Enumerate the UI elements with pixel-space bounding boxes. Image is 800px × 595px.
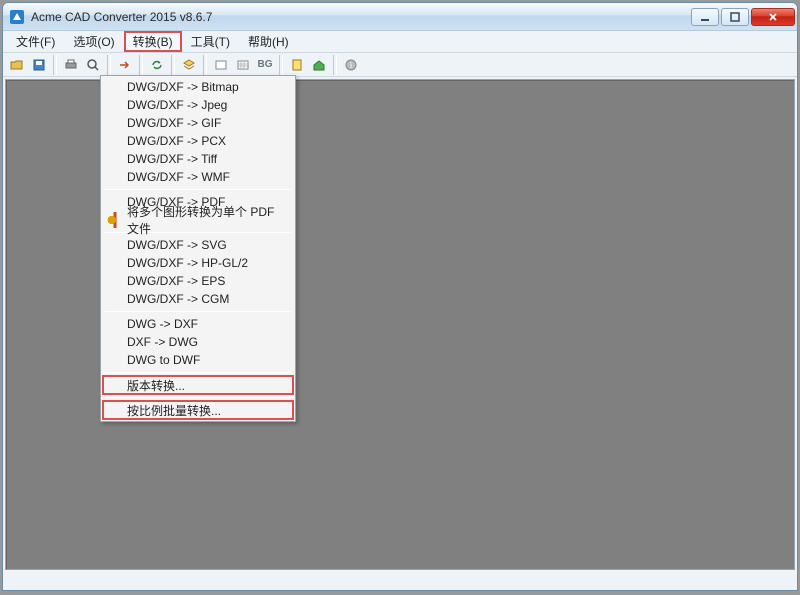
window-controls — [691, 8, 795, 26]
tool-open[interactable] — [7, 55, 27, 75]
menu-item-label: 将多个图形转换为单个 PDF 文件 — [127, 203, 287, 237]
menu-dwg-svg[interactable]: DWG/DXF -> SVG — [103, 236, 293, 254]
toolbar-separator — [333, 55, 337, 75]
menu-dwg-bitmap[interactable]: DWG/DXF -> Bitmap — [103, 78, 293, 96]
menu-tools[interactable]: 工具(T) — [182, 31, 239, 52]
menu-item-label: DWG to DWF — [127, 353, 200, 367]
menu-item-label: 版本转换... — [127, 377, 185, 394]
menu-item-label: DXF -> DWG — [127, 335, 198, 349]
toolbar-separator — [107, 55, 111, 75]
menu-dwg-gif[interactable]: DWG/DXF -> GIF — [103, 114, 293, 132]
menu-help[interactable]: 帮助(H) — [239, 31, 298, 52]
menu-dwg-jpeg[interactable]: DWG/DXF -> Jpeg — [103, 96, 293, 114]
menu-item-label: DWG/DXF -> Tiff — [127, 152, 217, 166]
menu-item-label: DWG/DXF -> SVG — [127, 238, 227, 252]
svg-text:i: i — [350, 61, 352, 70]
close-button[interactable] — [751, 8, 795, 26]
menu-dwg-tiff[interactable]: DWG/DXF -> Tiff — [103, 150, 293, 168]
menu-item-label: DWG/DXF -> GIF — [127, 116, 221, 130]
toolbar-separator — [171, 55, 175, 75]
titlebar[interactable]: Acme CAD Converter 2015 v8.6.7 — [3, 3, 797, 31]
workspace: DWG/DXF -> Bitmap DWG/DXF -> Jpeg DWG/DX… — [3, 77, 797, 590]
minimize-button[interactable] — [691, 8, 719, 26]
toolbar-separator — [53, 55, 57, 75]
menu-item-label: DWG/DXF -> Bitmap — [127, 80, 239, 94]
toolbar-separator — [203, 55, 207, 75]
tool-refresh[interactable] — [147, 55, 167, 75]
tool-info[interactable]: i — [341, 55, 361, 75]
menubar: 文件(F) 选项(O) 转换(B) 工具(T) 帮助(H) — [3, 31, 797, 53]
tool-grid[interactable] — [233, 55, 253, 75]
tool-save[interactable] — [29, 55, 49, 75]
menu-dwg-dxf[interactable]: DWG -> DXF — [103, 315, 293, 333]
menu-separator — [105, 311, 291, 312]
menu-options-label: 选项(O) — [73, 33, 114, 50]
menu-item-label: DWG/DXF -> PCX — [127, 134, 226, 148]
menu-dwg-pcx[interactable]: DWG/DXF -> PCX — [103, 132, 293, 150]
menu-item-label: DWG/DXF -> HP-GL/2 — [127, 256, 248, 270]
toolbar: BG i — [3, 53, 797, 77]
tool-preview[interactable] — [83, 55, 103, 75]
toolbar-separator — [279, 55, 283, 75]
tool-view[interactable] — [211, 55, 231, 75]
app-icon — [9, 9, 25, 25]
tool-settings[interactable] — [287, 55, 307, 75]
tool-home[interactable] — [309, 55, 329, 75]
menu-dwg-dwf[interactable]: DWG to DWF — [103, 351, 293, 369]
menu-separator — [105, 372, 291, 373]
toolbar-separator — [139, 55, 143, 75]
application-window: Acme CAD Converter 2015 v8.6.7 文件(F) 选项(… — [2, 2, 798, 591]
menu-separator — [105, 189, 291, 190]
tool-bg[interactable]: BG — [255, 55, 275, 75]
menu-batch-scale-convert[interactable]: 按比例批量转换... — [103, 401, 293, 419]
menu-dxf-dwg[interactable]: DXF -> DWG — [103, 333, 293, 351]
menu-version-convert[interactable]: 版本转换... — [103, 376, 293, 394]
menu-dwg-cgm[interactable]: DWG/DXF -> CGM — [103, 290, 293, 308]
menu-convert-label: 转换(B) — [133, 33, 173, 50]
statusbar — [5, 570, 795, 588]
menu-item-label: DWG/DXF -> EPS — [127, 274, 225, 288]
menu-dwg-eps[interactable]: DWG/DXF -> EPS — [103, 272, 293, 290]
menu-options[interactable]: 选项(O) — [64, 31, 123, 52]
tool-convert[interactable] — [115, 55, 135, 75]
tool-layers[interactable] — [179, 55, 199, 75]
menu-item-label: DWG/DXF -> WMF — [127, 170, 230, 184]
menu-separator — [105, 397, 291, 398]
menu-file-label: 文件(F) — [16, 33, 55, 50]
menu-item-label: DWG/DXF -> CGM — [127, 292, 229, 306]
menu-item-label: DWG/DXF -> Jpeg — [127, 98, 227, 112]
menu-item-label: DWG -> DXF — [127, 317, 198, 331]
maximize-button[interactable] — [721, 8, 749, 26]
menu-item-label: 按比例批量转换... — [127, 402, 221, 419]
menu-dwg-hpgl[interactable]: DWG/DXF -> HP-GL/2 — [103, 254, 293, 272]
menu-multi-pdf[interactable]: 将多个图形转换为单个 PDF 文件 — [103, 211, 293, 229]
menu-dwg-wmf[interactable]: DWG/DXF -> WMF — [103, 168, 293, 186]
menu-file[interactable]: 文件(F) — [7, 31, 64, 52]
menu-help-label: 帮助(H) — [248, 33, 289, 50]
menu-tools-label: 工具(T) — [191, 33, 230, 50]
tool-print[interactable] — [61, 55, 81, 75]
convert-dropdown-menu: DWG/DXF -> Bitmap DWG/DXF -> Jpeg DWG/DX… — [100, 75, 296, 422]
window-title: Acme CAD Converter 2015 v8.6.7 — [31, 10, 691, 24]
menu-convert[interactable]: 转换(B) — [124, 31, 182, 52]
